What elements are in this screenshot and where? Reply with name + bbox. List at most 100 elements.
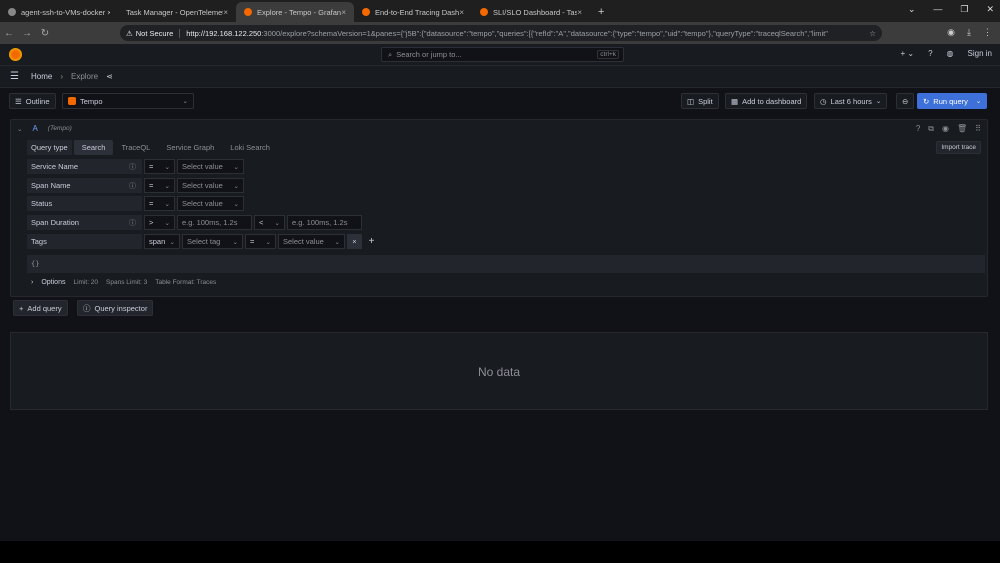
browser-tab[interactable]: SLI/SLO Dashboard - Task × [472,2,590,22]
duplicate-icon[interactable]: ⧉ [928,124,934,134]
query-type-loki-search[interactable]: Loki Search [222,140,278,155]
help-icon[interactable]: ? [928,49,932,58]
span-name-value[interactable]: Select value ⌄ [177,178,244,193]
clock-icon: ◷ [820,96,827,106]
duration-min-input[interactable]: e.g. 100ms, 1.2s [177,215,252,230]
query-type-label: Query type [27,140,72,155]
service-name-label: Service Name ⓘ [27,159,142,174]
chevron-down-icon: ⌄ [233,182,239,190]
search-icon: ⌕ [388,49,393,59]
info-icon[interactable]: ⓘ [129,181,136,191]
bottom-bar [0,541,1000,563]
minimize-icon[interactable]: — [933,4,942,15]
close-icon[interactable]: × [459,8,464,17]
limit-value: Limit: 20 [73,279,99,286]
grafana-logo-icon[interactable] [9,48,22,61]
browser-tab[interactable]: Task Manager - OpenTelemet × [118,2,236,22]
tag-value-select[interactable]: Select value ⌄ [278,234,345,249]
collapse-icon[interactable]: ⌄ [17,125,22,133]
back-icon[interactable]: ← [0,28,18,39]
query-editor-panel: ⌄ A (Tempo) ? ⧉ ◉ 🗑 ⠿ Import trace Query… [10,119,988,297]
share-icon[interactable]: ⋖ [106,72,113,81]
span-name-row: Span Name ⓘ = ⌄ Select value ⌄ [27,178,244,193]
outline-button[interactable]: ☰ Outline [9,93,56,109]
query-type-service-graph[interactable]: Service Graph [158,140,222,155]
chevron-down-icon: ⌄ [164,219,170,227]
results-panel: No data [10,332,988,410]
service-name-value[interactable]: Select value ⌄ [177,159,244,174]
add-to-dashboard-button[interactable]: ▦ Add to dashboard [725,93,808,109]
chevron-down-icon: ⌄ [233,163,239,171]
chevron-down-icon: ⌄ [164,200,170,208]
security-indicator[interactable]: ⚠ Not Secure [126,28,181,38]
no-data-message: No data [477,365,521,379]
split-button[interactable]: ◫ Split [681,93,719,109]
news-icon[interactable]: ◍ [947,49,954,58]
maximize-icon[interactable]: ❐ [960,4,968,15]
grafana-icon [362,8,370,16]
breadcrumb: ☰ Home › Explore ⋖ [0,66,1000,88]
options-label: Options [41,279,66,286]
forward-icon[interactable]: → [18,28,36,39]
duration-max-operator[interactable]: < ⌄ [254,215,285,230]
info-icon[interactable]: ⓘ [129,162,136,172]
close-window-icon[interactable]: ✕ [986,4,994,15]
query-type-search[interactable]: Search [73,140,114,155]
new-tab-button[interactable]: + [590,2,612,22]
menu-icon[interactable]: ⋮ [983,27,992,38]
duration-max-input[interactable]: e.g. 100ms, 1.2s [287,215,362,230]
breadcrumb-home[interactable]: Home [31,72,52,81]
remove-tag-button[interactable]: × [347,234,362,249]
tab-search-icon[interactable]: ⌄ [908,4,916,15]
query-ref-id[interactable]: A [32,124,37,133]
drag-handle-icon[interactable]: ⠿ [975,124,981,134]
search-input[interactable]: ⌕ Search or jump to... ctrl+k [381,47,624,62]
chevron-down-icon: ⌄ [182,98,188,105]
browser-tab[interactable]: End-to-End Tracing Dashb × [354,2,472,22]
hamburger-menu-icon[interactable]: ☰ [10,71,19,82]
zoom-out-icon: ⊖ [902,96,909,106]
help-icon[interactable]: ? [916,124,920,134]
add-tag-button[interactable]: + [364,234,379,249]
eye-icon[interactable]: ◉ [942,124,949,134]
service-name-operator[interactable]: = ⌄ [144,159,175,174]
tag-scope-select[interactable]: span ⌄ [144,234,180,249]
sign-in-link[interactable]: Sign in [968,49,992,58]
time-range-picker[interactable]: ◷ Last 6 hours ⌄ [814,93,888,109]
info-icon[interactable]: ⓘ [129,218,136,228]
tag-key-select[interactable]: Select tag ⌄ [182,234,243,249]
add-query-button[interactable]: + Add query [13,300,68,316]
tag-operator-select[interactable]: = ⌄ [245,234,276,249]
run-query-button[interactable]: ↻ Run query ⌄ [917,93,988,109]
query-inspector-button[interactable]: ⓘ Query inspector [77,300,154,316]
browser-tab-active[interactable]: Explore - Tempo - Grafana × [236,2,354,22]
zoom-out-button[interactable]: ⊖ [896,93,915,109]
close-icon[interactable]: × [577,8,582,17]
datasource-picker[interactable]: Tempo ⌄ [62,93,194,109]
address-bar[interactable]: ⚠ Not Secure http://192.168.122.250:3000… [120,25,882,41]
close-icon[interactable]: × [223,8,228,17]
profile-icon[interactable]: ◉ [947,27,955,38]
query-options[interactable]: › Options Limit: 20 Spans Limit: 3 Table… [31,279,216,286]
bookmark-star-icon[interactable]: ☆ [869,29,876,38]
status-operator[interactable]: = ⌄ [144,196,175,211]
reload-icon[interactable]: ↻ [36,28,54,39]
close-icon: × [352,237,357,246]
new-icon[interactable]: + ⌄ [900,49,914,58]
browser-tab[interactable]: agent-ssh-to-VMs-docker × [0,2,118,22]
url-text[interactable]: http://192.168.122.250:3000/explore?sche… [186,29,828,38]
span-name-operator[interactable]: = ⌄ [144,178,175,193]
close-icon[interactable]: × [341,8,346,17]
trash-icon[interactable]: 🗑 [957,124,967,134]
status-row: Status = ⌄ Select value ⌄ [27,196,244,211]
duration-min-operator[interactable]: > ⌄ [144,215,175,230]
import-trace-button[interactable]: Import trace [936,141,981,154]
download-icon[interactable]: ⤓ [967,27,971,38]
tags-row: Tags span ⌄ Select tag ⌄ = ⌄ Select value ⌄ … [27,234,379,249]
plus-icon: + [19,303,24,313]
chevron-down-icon[interactable]: ⌄ [976,97,981,105]
spans-limit-value: Spans Limit: 3 [106,279,148,286]
chevron-down-icon: ⌄ [164,163,170,171]
status-value[interactable]: Select value ⌄ [177,196,244,211]
query-type-traceql[interactable]: TraceQL [113,140,158,155]
